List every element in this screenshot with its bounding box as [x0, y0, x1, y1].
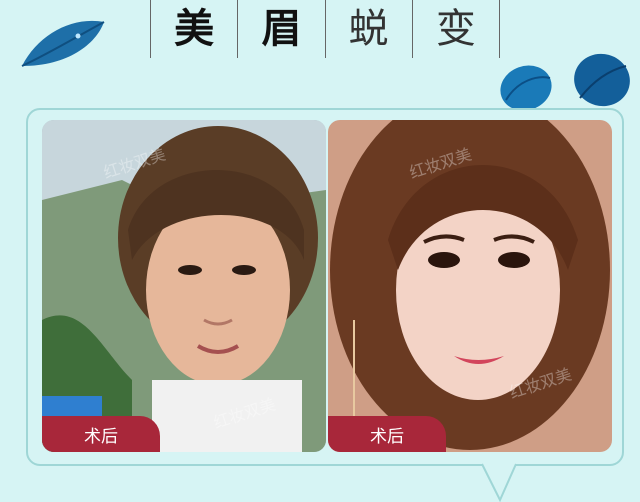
title-bar: 美 眉 蜕 变 — [150, 0, 500, 58]
title-char-4: 变 — [411, 0, 500, 58]
title-char-3: 蜕 — [324, 0, 412, 58]
before-tag: 术后 — [42, 416, 160, 452]
title-char-1: 美 — [150, 0, 237, 58]
before-photo: 红妆双美 红妆双美 术后 — [42, 120, 326, 452]
after-tag: 术后 — [328, 416, 446, 452]
after-photo: 红妆双美 红妆双美 术后 — [328, 120, 612, 452]
title-char-2: 眉 — [237, 0, 324, 58]
after-photo-illustration — [328, 120, 612, 452]
petal-top-left-decoration — [21, 20, 105, 67]
frame-speech-tail — [481, 458, 517, 502]
before-photo-illustration — [42, 120, 326, 452]
